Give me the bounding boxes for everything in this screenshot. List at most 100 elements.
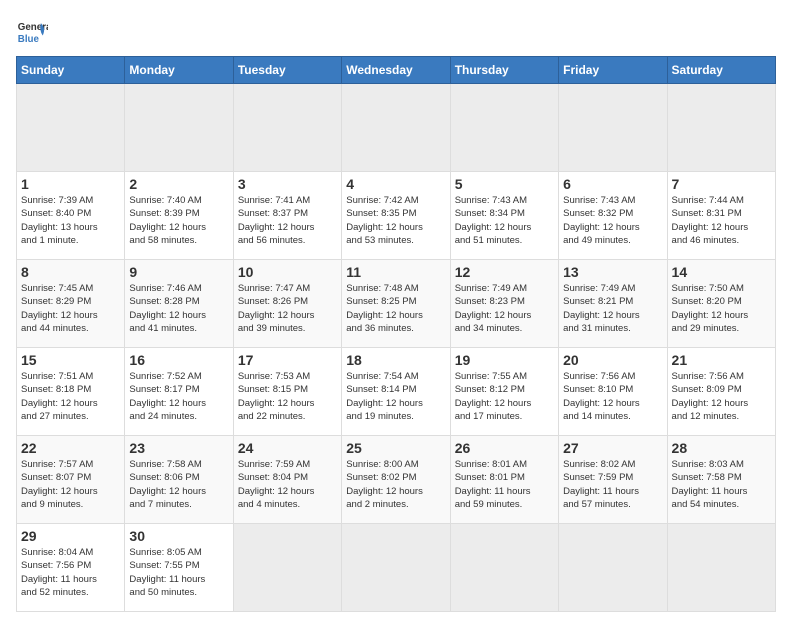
calendar-day-cell [559,524,667,612]
day-number: 3 [238,176,337,192]
day-number: 10 [238,264,337,280]
day-info: Sunrise: 7:49 AM Sunset: 8:21 PM Dayligh… [563,282,662,335]
day-number: 30 [129,528,228,544]
calendar-day-cell: 28Sunrise: 8:03 AM Sunset: 7:58 PM Dayli… [667,436,775,524]
header: General Blue [16,16,776,48]
calendar-table: SundayMondayTuesdayWednesdayThursdayFrid… [16,56,776,612]
day-info: Sunrise: 7:43 AM Sunset: 8:34 PM Dayligh… [455,194,554,247]
logo-icon: General Blue [16,16,48,48]
calendar-day-cell: 19Sunrise: 7:55 AM Sunset: 8:12 PM Dayli… [450,348,558,436]
calendar-day-cell: 18 Sunrise: 7:54 AM Sunset: 8:14 PM Dayli… [342,348,450,436]
day-number: 5 [455,176,554,192]
day-number: 27 [563,440,662,456]
calendar-day-cell: 17 Sunrise: 7:53 AM Sunset: 8:15 PM Dayli… [233,348,341,436]
calendar-week-row: 22 Sunrise: 7:57 AM Sunset: 8:07 PM Dayli… [17,436,776,524]
calendar-day-cell: 23 Sunrise: 7:58 AM Sunset: 8:06 PM Dayli… [125,436,233,524]
header-cell-wednesday: Wednesday [342,57,450,84]
calendar-day-cell [450,84,558,172]
calendar-day-cell: 14Sunrise: 7:50 AM Sunset: 8:20 PM Dayli… [667,260,775,348]
day-number: 6 [563,176,662,192]
calendar-day-cell: 27 Sunrise: 8:02 AM Sunset: 7:59 PM Dayli… [559,436,667,524]
calendar-day-cell: 16Sunrise: 7:52 AM Sunset: 8:17 PM Dayli… [125,348,233,436]
header-cell-monday: Monday [125,57,233,84]
calendar-day-cell: 3 Sunrise: 7:41 AM Sunset: 8:37 PM Daylig… [233,172,341,260]
day-info: Sunrise: 7:40 AM Sunset: 8:39 PM Dayligh… [129,194,228,247]
calendar-header-row: SundayMondayTuesdayWednesdayThursdayFrid… [17,57,776,84]
calendar-day-cell: 21 Sunrise: 7:56 AM Sunset: 8:09 PM Dayli… [667,348,775,436]
day-number: 23 [129,440,228,456]
header-cell-saturday: Saturday [667,57,775,84]
day-info: Sunrise: 7:51 AM Sunset: 8:18 PM Dayligh… [21,370,120,423]
day-info: Sunrise: 8:03 AM Sunset: 7:58 PM Dayligh… [672,458,771,511]
day-info: Sunrise: 7:54 AM Sunset: 8:14 PM Dayligh… [346,370,445,423]
day-info: Sunrise: 7:48 AM Sunset: 8:25 PM Dayligh… [346,282,445,335]
header-cell-thursday: Thursday [450,57,558,84]
header-cell-sunday: Sunday [17,57,125,84]
day-info: Sunrise: 7:45 AM Sunset: 8:29 PM Dayligh… [21,282,120,335]
day-info: Sunrise: 8:02 AM Sunset: 7:59 PM Dayligh… [563,458,662,511]
header-cell-friday: Friday [559,57,667,84]
day-info: Sunrise: 7:39 AM Sunset: 8:40 PM Dayligh… [21,194,120,247]
calendar-day-cell: 7Sunrise: 7:44 AM Sunset: 8:31 PM Daylig… [667,172,775,260]
day-number: 15 [21,352,120,368]
day-number: 11 [346,264,445,280]
day-info: Sunrise: 7:46 AM Sunset: 8:28 PM Dayligh… [129,282,228,335]
calendar-day-cell: 1 Sunrise: 7:39 AM Sunset: 8:40 PM Daylig… [17,172,125,260]
calendar-day-cell: 9 Sunrise: 7:46 AM Sunset: 8:28 PM Daylig… [125,260,233,348]
calendar-day-cell: 29Sunrise: 8:04 AM Sunset: 7:56 PM Dayli… [17,524,125,612]
calendar-day-cell: 2 Sunrise: 7:40 AM Sunset: 8:39 PM Daylig… [125,172,233,260]
day-info: Sunrise: 7:56 AM Sunset: 8:10 PM Dayligh… [563,370,662,423]
day-number: 26 [455,440,554,456]
day-number: 4 [346,176,445,192]
day-number: 14 [672,264,771,280]
day-info: Sunrise: 7:53 AM Sunset: 8:15 PM Dayligh… [238,370,337,423]
day-number: 2 [129,176,228,192]
calendar-day-cell: 12Sunrise: 7:49 AM Sunset: 8:23 PM Dayli… [450,260,558,348]
day-info: Sunrise: 8:00 AM Sunset: 8:02 PM Dayligh… [346,458,445,511]
calendar-day-cell: 5 Sunrise: 7:43 AM Sunset: 8:34 PM Daylig… [450,172,558,260]
calendar-day-cell [667,84,775,172]
day-info: Sunrise: 7:56 AM Sunset: 8:09 PM Dayligh… [672,370,771,423]
day-info: Sunrise: 7:58 AM Sunset: 8:06 PM Dayligh… [129,458,228,511]
calendar-week-row: 8 Sunrise: 7:45 AM Sunset: 8:29 PM Daylig… [17,260,776,348]
calendar-day-cell [17,84,125,172]
calendar-day-cell [125,84,233,172]
day-info: Sunrise: 7:57 AM Sunset: 8:07 PM Dayligh… [21,458,120,511]
day-number: 1 [21,176,120,192]
day-number: 24 [238,440,337,456]
day-info: Sunrise: 7:42 AM Sunset: 8:35 PM Dayligh… [346,194,445,247]
day-info: Sunrise: 7:41 AM Sunset: 8:37 PM Dayligh… [238,194,337,247]
calendar-week-row: 1 Sunrise: 7:39 AM Sunset: 8:40 PM Daylig… [17,172,776,260]
calendar-day-cell: 11 Sunrise: 7:48 AM Sunset: 8:25 PM Dayli… [342,260,450,348]
calendar-day-cell: 20Sunrise: 7:56 AM Sunset: 8:10 PM Dayli… [559,348,667,436]
day-number: 12 [455,264,554,280]
calendar-day-cell: 10 Sunrise: 7:47 AM Sunset: 8:26 PM Dayli… [233,260,341,348]
day-number: 8 [21,264,120,280]
calendar-day-cell [667,524,775,612]
day-number: 18 [346,352,445,368]
day-number: 13 [563,264,662,280]
day-info: Sunrise: 7:47 AM Sunset: 8:26 PM Dayligh… [238,282,337,335]
calendar-day-cell [450,524,558,612]
day-number: 7 [672,176,771,192]
calendar-day-cell: 6Sunrise: 7:43 AM Sunset: 8:32 PM Daylig… [559,172,667,260]
calendar-day-cell: 25 Sunrise: 8:00 AM Sunset: 8:02 PM Dayli… [342,436,450,524]
calendar-day-cell: 24Sunrise: 7:59 AM Sunset: 8:04 PM Dayli… [233,436,341,524]
day-number: 9 [129,264,228,280]
day-number: 21 [672,352,771,368]
day-number: 25 [346,440,445,456]
day-number: 17 [238,352,337,368]
calendar-day-cell: 22 Sunrise: 7:57 AM Sunset: 8:07 PM Dayli… [17,436,125,524]
day-number: 29 [21,528,120,544]
calendar-day-cell: 4 Sunrise: 7:42 AM Sunset: 8:35 PM Daylig… [342,172,450,260]
calendar-week-row: 29Sunrise: 8:04 AM Sunset: 7:56 PM Dayli… [17,524,776,612]
day-info: Sunrise: 8:01 AM Sunset: 8:01 PM Dayligh… [455,458,554,511]
day-info: Sunrise: 8:05 AM Sunset: 7:55 PM Dayligh… [129,546,228,599]
day-info: Sunrise: 7:55 AM Sunset: 8:12 PM Dayligh… [455,370,554,423]
calendar-body: 1 Sunrise: 7:39 AM Sunset: 8:40 PM Daylig… [17,84,776,612]
calendar-day-cell [559,84,667,172]
calendar-day-cell: 13 Sunrise: 7:49 AM Sunset: 8:21 PM Dayli… [559,260,667,348]
day-number: 22 [21,440,120,456]
calendar-week-row: 15 Sunrise: 7:51 AM Sunset: 8:18 PM Dayli… [17,348,776,436]
calendar-week-row [17,84,776,172]
